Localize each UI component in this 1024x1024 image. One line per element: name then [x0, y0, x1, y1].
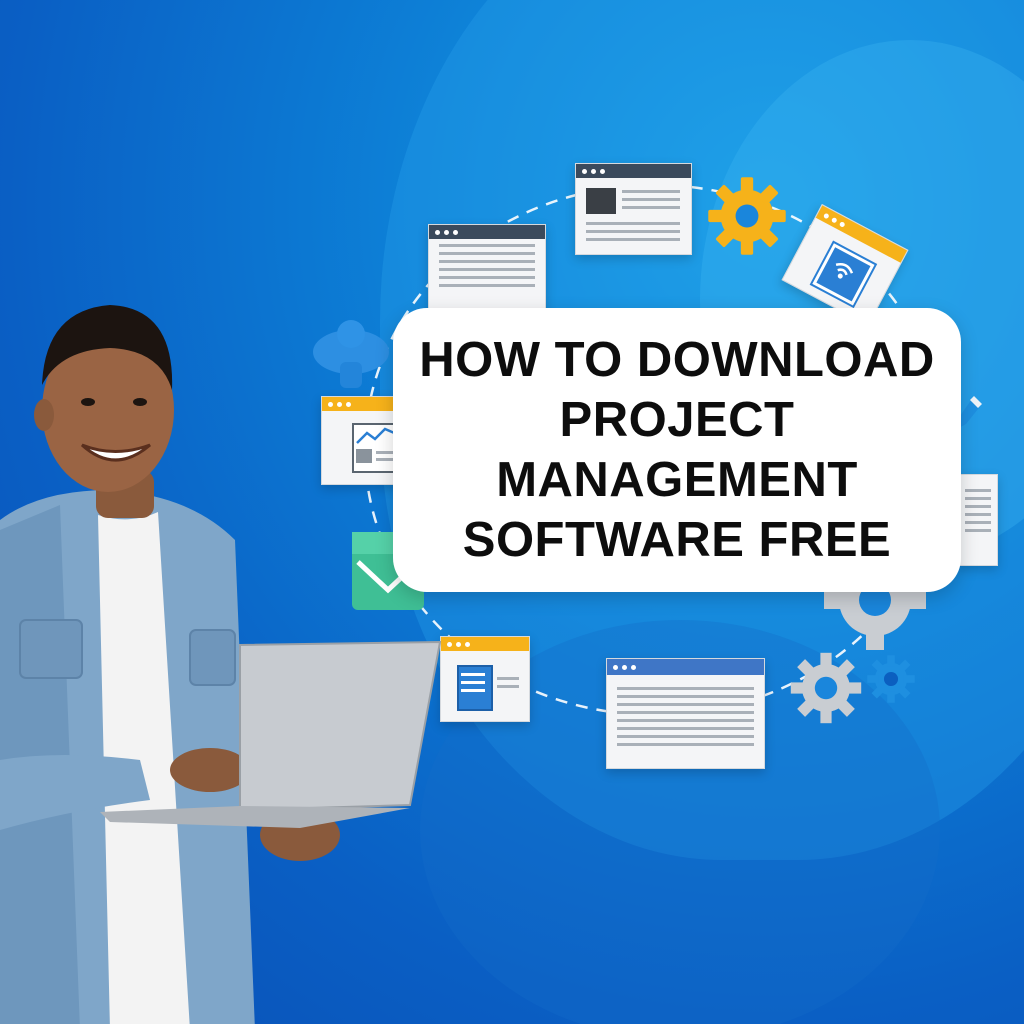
- gear-icon: [790, 652, 862, 724]
- person-with-laptop-illustration: [0, 305, 442, 1024]
- headline-line: HOW TO DOWNLOAD: [419, 333, 935, 387]
- title-card: HOW TO DOWNLOAD PROJECT MANAGEMENT SOFTW…: [393, 308, 961, 592]
- headline-line: MANAGEMENT: [496, 453, 858, 507]
- text-window-icon: [606, 658, 765, 769]
- headline: HOW TO DOWNLOAD PROJECT MANAGEMENT SOFTW…: [407, 330, 947, 570]
- document-window-icon: [575, 163, 692, 255]
- headline-line: PROJECT: [559, 393, 795, 447]
- headline-line: SOFTWARE FREE: [462, 513, 892, 567]
- side-window-icon: [958, 474, 998, 566]
- gear-icon: [708, 177, 786, 255]
- thumbnail-canvas: HOW TO DOWNLOAD PROJECT MANAGEMENT SOFTW…: [0, 0, 1024, 1024]
- gear-icon: [867, 655, 915, 703]
